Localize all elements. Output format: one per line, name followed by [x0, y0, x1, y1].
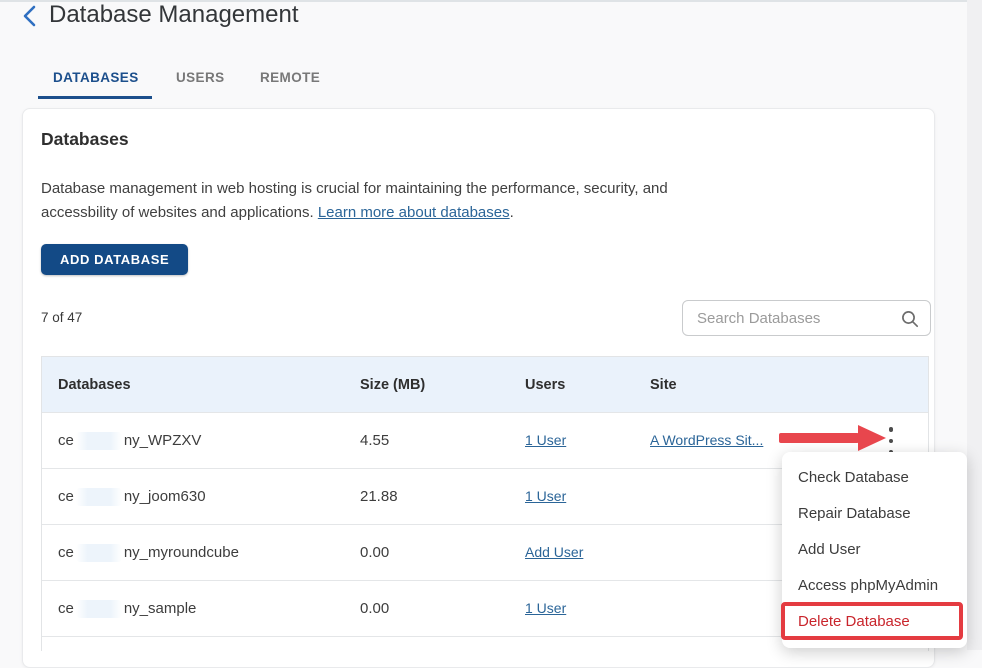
site-link[interactable]: A WordPress Sit...	[650, 432, 763, 448]
menu-item-repair-database[interactable]: Repair Database	[782, 496, 967, 532]
header-databases: Databases	[42, 377, 360, 393]
menu-item-access-phpmyadmin[interactable]: Access phpMyAdmin	[782, 568, 967, 604]
search-input[interactable]	[683, 301, 893, 335]
scrollbar-track[interactable]	[967, 0, 982, 650]
db-name: ceny_WPZXV	[42, 432, 360, 450]
header-site: Site	[650, 377, 862, 393]
users-link[interactable]: 1 User	[525, 488, 566, 504]
users-link[interactable]: 1 User	[525, 600, 566, 616]
result-count: 7 of 47	[41, 310, 82, 325]
tab-users[interactable]: USERS	[176, 70, 225, 85]
db-name: ceny_myroundcube	[42, 544, 360, 562]
add-database-button[interactable]: ADD DATABASE	[41, 244, 188, 275]
row-context-menu: Check Database Repair Database Add User …	[782, 452, 967, 648]
active-tab-underline	[38, 96, 152, 99]
redacted-text	[76, 600, 122, 618]
header-size: Size (MB)	[360, 377, 525, 393]
description-line-1: Database management in web hosting is cr…	[41, 180, 668, 197]
card-title: Databases	[41, 129, 129, 150]
chevron-left-icon	[20, 15, 42, 32]
table-header-row: Databases Size (MB) Users Site	[42, 357, 928, 412]
search-icon[interactable]	[900, 309, 920, 334]
redacted-text	[76, 432, 122, 450]
learn-more-link[interactable]: Learn more about databases	[318, 204, 510, 221]
db-size: 0.00	[360, 600, 525, 617]
redacted-text	[76, 488, 122, 506]
add-user-link[interactable]: Add User	[525, 544, 583, 560]
header-users: Users	[525, 377, 650, 393]
tab-databases[interactable]: DATABASES	[53, 70, 139, 85]
db-size: 0.00	[360, 544, 525, 561]
redacted-text	[76, 544, 122, 562]
page-title: Database Management	[49, 0, 299, 31]
search-box	[682, 300, 931, 336]
card-description: Database management in web hosting is cr…	[41, 177, 668, 225]
tab-remote[interactable]: REMOTE	[260, 70, 320, 85]
db-size: 21.88	[360, 488, 525, 505]
menu-item-add-user[interactable]: Add User	[782, 532, 967, 568]
users-link[interactable]: 1 User	[525, 432, 566, 448]
menu-item-delete-database[interactable]: Delete Database	[782, 604, 967, 640]
db-name: ceny_sample	[42, 600, 360, 618]
db-name: ceny_joom630	[42, 488, 360, 506]
db-size: 4.55	[360, 432, 525, 449]
back-button[interactable]	[20, 4, 44, 30]
menu-item-check-database[interactable]: Check Database	[782, 460, 967, 496]
description-line-2: accessbility of websites and application…	[41, 204, 318, 221]
